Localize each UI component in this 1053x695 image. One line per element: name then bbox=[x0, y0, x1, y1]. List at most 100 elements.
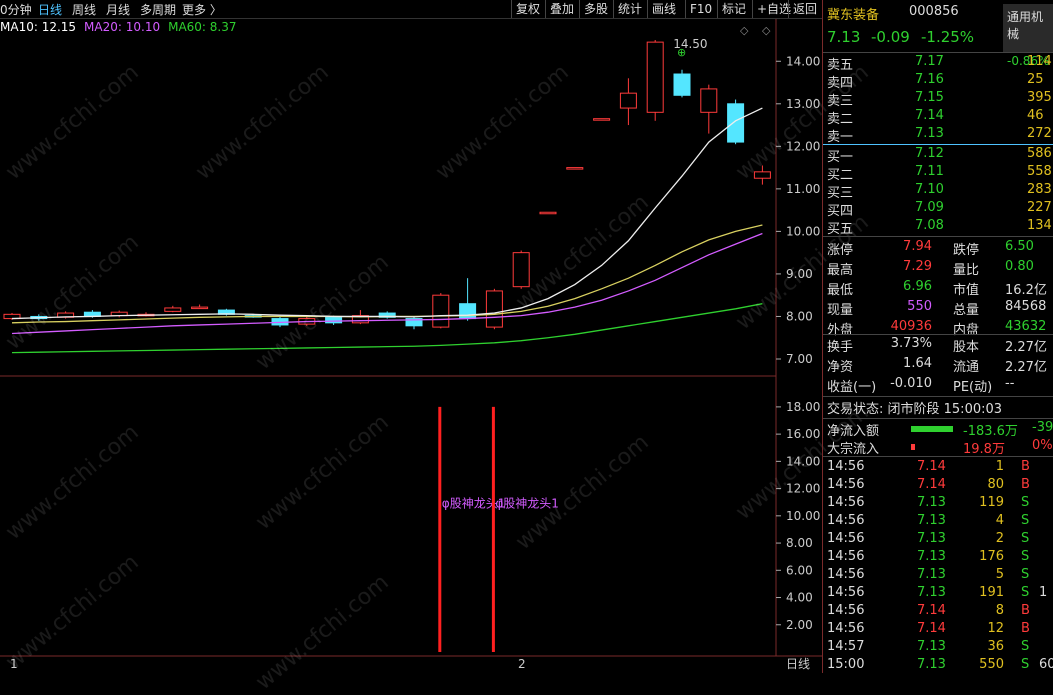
indicator-tick-label: 12.00 bbox=[786, 482, 820, 496]
bid-volume: 283 bbox=[1027, 182, 1052, 197]
quote-row: 14:57 7.13 36 S bbox=[827, 639, 1053, 657]
stat-label: 股本 bbox=[953, 340, 980, 355]
tick-volume: 550 bbox=[979, 657, 1004, 672]
tab-4[interactable]: 多周期 bbox=[140, 1, 176, 18]
tick-side: S bbox=[1021, 495, 1030, 510]
stat-value: 550 bbox=[907, 299, 932, 314]
tab-3[interactable]: 月线 bbox=[106, 1, 130, 18]
last-price: 7.13 bbox=[827, 28, 861, 46]
candle-body bbox=[673, 73, 691, 96]
diamond-icon: ◇ bbox=[762, 24, 771, 37]
tick-price: 7.13 bbox=[917, 495, 946, 510]
stat-label: 净资 bbox=[827, 360, 854, 375]
toolbar-button-4[interactable]: 画线 bbox=[647, 0, 680, 18]
flow-pct: 0% bbox=[1032, 438, 1053, 453]
toolbar-button-1[interactable]: 叠加 bbox=[545, 0, 578, 18]
indicator-tick-label: 8.00 bbox=[786, 536, 813, 550]
tick-volume: 5 bbox=[995, 567, 1004, 582]
ma-legend-item: MA60: 8.37 bbox=[168, 20, 237, 34]
quote-row: 14:56 7.13 4 S bbox=[827, 513, 1053, 531]
diamond-icon: ◇ bbox=[740, 24, 749, 37]
indicator-tick-label: 4.00 bbox=[786, 591, 813, 605]
price-tick-label: 9.00 bbox=[786, 267, 813, 281]
toolbar-button-5[interactable]: F10 bbox=[685, 0, 716, 18]
indicator-tick-label: 2.00 bbox=[786, 618, 813, 632]
period-toolbar: 0分钟 日线 周线 月线 多周期 更多 〉复权 叠加 多股 统计 画线 F10 标记 +自选 返回 bbox=[0, 0, 822, 19]
quote-row: 14:56 7.14 1 B bbox=[827, 459, 1053, 477]
quote-row: 交易状态: 闭市阶段 15:00:03 bbox=[827, 398, 1053, 417]
tab-2[interactable]: 周线 bbox=[72, 1, 96, 18]
flow-label: 大宗流入 bbox=[827, 442, 880, 457]
flow-pct: -39 bbox=[1032, 420, 1053, 435]
bid-volume: 227 bbox=[1027, 200, 1052, 215]
quote-row: 涨停 7.94 跌停 6.50 bbox=[827, 239, 1053, 258]
tick-time: 14:56 bbox=[827, 549, 865, 564]
quote-row: 净流入额 -183.6万 -39 bbox=[827, 420, 1053, 439]
quote-row: 14:56 7.13 2 S bbox=[827, 531, 1053, 549]
tick-side: B bbox=[1021, 621, 1030, 636]
bid-volume: 586 bbox=[1027, 146, 1052, 161]
stat-value: -- bbox=[1005, 376, 1015, 391]
tab-5[interactable]: 更多 〉 bbox=[182, 1, 222, 18]
stat-value: -0.010 bbox=[890, 376, 932, 391]
flow-bar bbox=[911, 426, 953, 432]
bid-volume: 134 bbox=[1027, 218, 1052, 233]
quote-row: 买三 7.10 283 bbox=[827, 182, 1053, 201]
toolbar-button-3[interactable]: 统计 bbox=[613, 0, 646, 18]
tick-price: 7.14 bbox=[917, 603, 946, 618]
quote-row: 7.13 -0.09 -1.25% bbox=[827, 28, 1053, 46]
indicator-tick-label: 16.00 bbox=[786, 427, 820, 441]
tick-time: 15:00 bbox=[827, 657, 865, 672]
stat-value: 7.94 bbox=[903, 239, 932, 254]
ask-price: 7.15 bbox=[915, 90, 944, 105]
tick-side: S bbox=[1021, 639, 1030, 654]
bid-label: 买一 bbox=[827, 150, 854, 165]
divider bbox=[823, 418, 1053, 419]
tick-price: 7.13 bbox=[917, 585, 946, 600]
tick-side: S bbox=[1021, 657, 1030, 672]
bid-label: 买四 bbox=[827, 204, 854, 219]
tick-price: 7.14 bbox=[917, 459, 946, 474]
toolbar-button-2[interactable]: 多股 bbox=[579, 0, 612, 18]
tick-volume: 176 bbox=[979, 549, 1004, 564]
stat-value: 84568 bbox=[1005, 299, 1047, 314]
ask-label: 卖五 bbox=[827, 58, 854, 73]
stat-label: 量比 bbox=[953, 263, 980, 278]
tick-time: 14:56 bbox=[827, 513, 865, 528]
ask-volume: 272 bbox=[1027, 126, 1052, 141]
ma20-line bbox=[11, 224, 763, 324]
bid-volume: 558 bbox=[1027, 164, 1052, 179]
tick-price: 7.13 bbox=[917, 639, 946, 654]
tab-0[interactable]: 0分钟 bbox=[0, 1, 32, 18]
quote-row: 买四 7.09 227 bbox=[827, 200, 1053, 219]
candle-body bbox=[566, 167, 584, 170]
stat-label: 涨停 bbox=[827, 243, 854, 258]
candle-body bbox=[512, 252, 530, 288]
flow-value: -183.6万 bbox=[963, 424, 1018, 439]
ma-legend-item: MA10: 12.15 bbox=[0, 20, 77, 34]
tab-1[interactable]: 日线 bbox=[38, 1, 62, 18]
stat-label: PE(动) bbox=[953, 380, 993, 395]
divider bbox=[823, 396, 1053, 397]
tick-volume: 4 bbox=[995, 513, 1004, 528]
price-change: -0.09 bbox=[871, 28, 910, 46]
quote-row: 14:56 7.13 191 S 1 bbox=[827, 585, 1053, 603]
price-tick-label: 14.00 bbox=[786, 54, 820, 68]
bid-price: 7.08 bbox=[915, 218, 944, 233]
toolbar-button-0[interactable]: 复权 bbox=[511, 0, 544, 18]
tick-price: 7.14 bbox=[917, 477, 946, 492]
quote-row: 收益(一) -0.010 PE(动) -- bbox=[827, 376, 1053, 395]
quote-row: 卖二 7.14 46 bbox=[827, 108, 1053, 127]
tick-time: 14:56 bbox=[827, 531, 865, 546]
candle-body bbox=[646, 41, 664, 113]
stat-label: 流通 bbox=[953, 360, 980, 375]
toolbar-button-8[interactable]: 返回 bbox=[788, 0, 821, 18]
stat-value: 1.64 bbox=[903, 356, 932, 371]
kline-chart[interactable]: 14.0013.0012.0011.0010.009.008.007.0018.… bbox=[0, 0, 822, 673]
candle-body bbox=[753, 171, 771, 179]
price-tick-label: 12.00 bbox=[786, 139, 820, 153]
quote-row: 最低 6.96 市值 16.2亿 bbox=[827, 279, 1053, 298]
toolbar-button-6[interactable]: 标记 bbox=[717, 0, 750, 18]
price-tick-label: 7.00 bbox=[786, 352, 813, 366]
tick-volume: 119 bbox=[979, 495, 1004, 510]
